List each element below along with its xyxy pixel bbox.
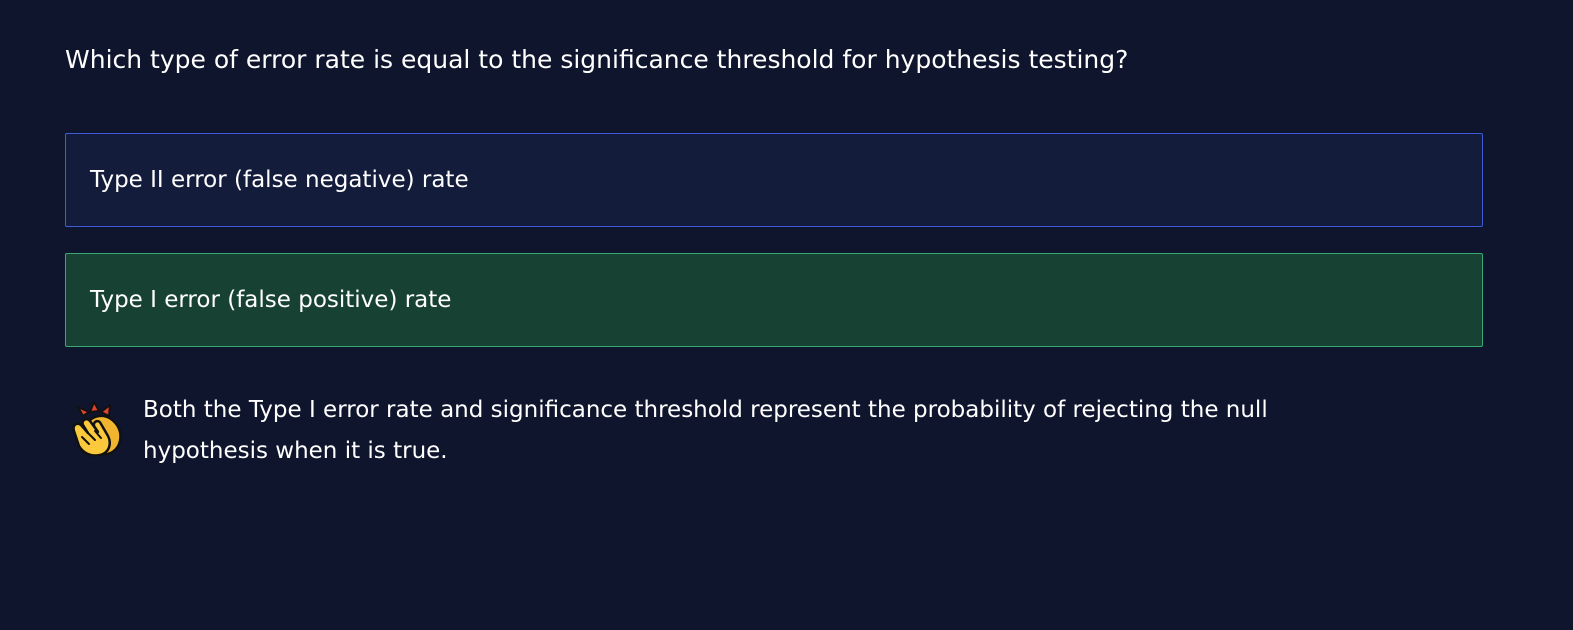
question-text: Which type of error rate is equal to the… — [65, 45, 1129, 74]
answer-option-type-i-correct[interactable]: Type I error (false positive) rate — [65, 253, 1483, 347]
answer-option-label: Type I error (false positive) rate — [90, 287, 452, 313]
answer-option-type-ii[interactable]: Type II error (false negative) rate — [65, 133, 1483, 227]
clapping-hands-icon — [72, 401, 122, 457]
answer-option-label: Type II error (false negative) rate — [90, 167, 469, 193]
feedback-explanation: Both the Type I error rate and significa… — [143, 397, 1268, 464]
feedback-message: Both the Type I error rate and significa… — [68, 390, 1328, 472]
quiz-container: Which type of error rate is equal to the… — [0, 0, 1573, 630]
